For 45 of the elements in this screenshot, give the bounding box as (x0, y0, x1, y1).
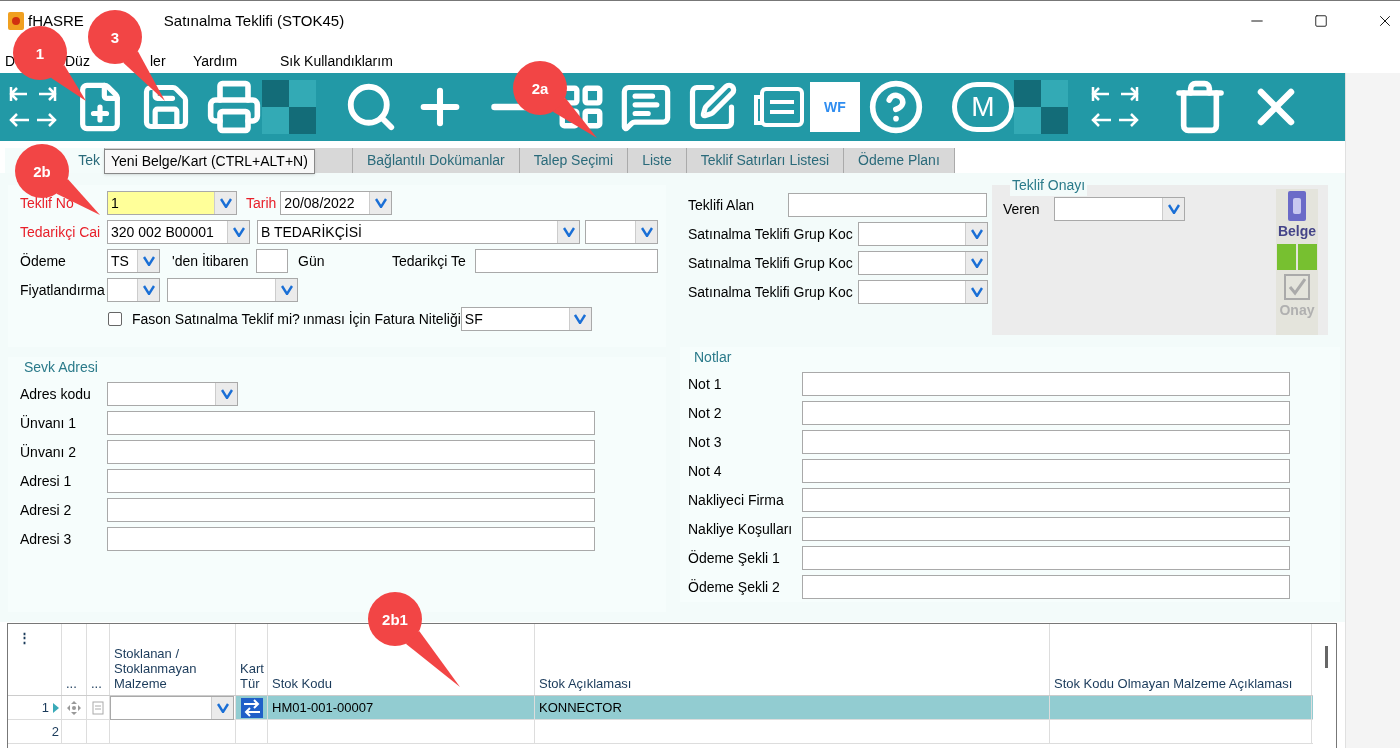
window-title: fHASRE (28, 10, 84, 31)
column-header: Stok Açıklaması (535, 624, 1050, 695)
field-label: Tedarikçi Te (392, 251, 467, 271)
tooltip: Yeni Belge/Kart (CTRL+ALT+N) (104, 149, 315, 174)
field-label: Nakliyeci Firma (688, 490, 785, 510)
field-label: Fason Satınalma Teklif mi? (132, 311, 300, 327)
table-cell-text: HM01-001-00007 (272, 698, 374, 717)
field-label: Adresi 3 (20, 529, 73, 549)
callout-tooltip: 2a (513, 61, 601, 142)
field-label: Tedarikçi Cai (20, 222, 102, 242)
field-label: Ünvanı 2 (20, 442, 78, 462)
field-label: Satınalma Teklifi Grup Koc (688, 224, 854, 244)
window-title: Satınalma Teklifi (STOK45) (163, 10, 345, 31)
row-number: 2 (51, 722, 59, 741)
field-label: Adres kodu (20, 384, 92, 404)
field-label: 'den İtibaren (172, 253, 249, 269)
field-label: Adresi 1 (20, 471, 73, 491)
column-header: ... (62, 624, 87, 695)
section-title: Sevk Adresi (24, 358, 99, 377)
column-header: Stoklanan / Stoklanmayan Malzeme (110, 624, 236, 695)
field-label: Tarih (246, 195, 277, 211)
field-label: Gün (298, 253, 325, 269)
section-title: Notlar (694, 348, 733, 367)
field-label: Ödeme Şekli 2 (688, 577, 781, 597)
field-label: Satınalma Teklifi Grup Koc (688, 253, 854, 273)
field-label: Not 2 (688, 403, 723, 423)
field-label: Not 4 (688, 461, 723, 481)
field-label: ınması İçin Fatura Niteliği (302, 311, 461, 327)
row-number: 1 (41, 698, 49, 717)
column-header: Kart Tür (236, 624, 268, 695)
field-label: Ödeme Şekli 1 (688, 548, 781, 568)
field-label: Not 3 (688, 432, 723, 452)
column-header: Stok Kodu Olmayan Malzeme Açıklaması (1050, 624, 1312, 695)
field-label: Ünvanı 1 (20, 413, 78, 433)
field-label: Teklif No (20, 193, 75, 213)
field-label: Ödeme (20, 251, 67, 271)
field-label: Fiyatlandırma (20, 280, 106, 300)
field-label: Teklifi Alan (688, 195, 756, 215)
field-label: Adresi 2 (20, 500, 73, 520)
field-label: Nakliye Koşulları (688, 519, 794, 539)
field-label: Not 1 (688, 374, 723, 394)
table-cell-text: KONNECTOR (539, 698, 622, 717)
field-label: Veren (1003, 199, 1041, 219)
column-header: ... (87, 624, 110, 695)
field-label: Satınalma Teklifi Grup Koc (688, 282, 854, 302)
